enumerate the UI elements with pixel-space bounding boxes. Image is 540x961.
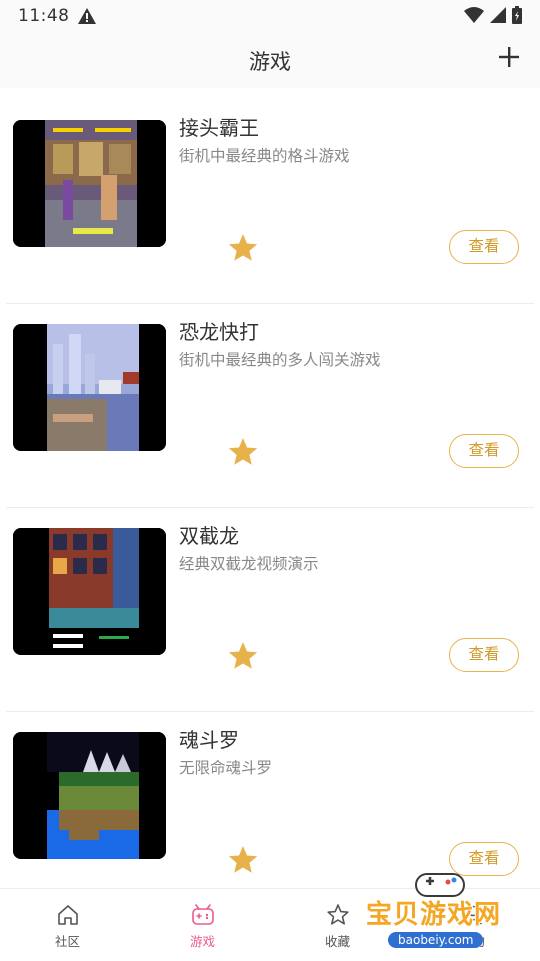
- dino-game-screenshot[interactable]: [13, 324, 166, 451]
- game-title: 魂斗罗: [179, 728, 239, 752]
- list-item[interactable]: 恐龙快打 街机中最经典的多人闯关游戏 查看: [0, 304, 540, 508]
- list-item[interactable]: 魂斗罗 无限命魂斗罗 查看: [0, 712, 540, 916]
- game-description: 街机中最经典的多人闯关游戏: [179, 351, 381, 369]
- star-icon[interactable]: [227, 844, 259, 876]
- double-dragon-screenshot[interactable]: [13, 528, 166, 655]
- plus-icon[interactable]: [496, 44, 522, 70]
- status-icons: [464, 6, 522, 24]
- nav-label: 社区: [54, 934, 80, 949]
- app-header: 游戏: [0, 32, 540, 88]
- fighting-game-screenshot[interactable]: [13, 120, 166, 247]
- nav-item-profile[interactable]: 我的: [405, 889, 540, 961]
- nav-label: 我的: [459, 934, 485, 949]
- nav-item-games[interactable]: 游戏: [135, 889, 270, 961]
- status-bar: 11:48: [0, 0, 540, 32]
- gamepad-icon: [191, 904, 214, 925]
- home-icon: [57, 905, 78, 925]
- page-title: 游戏: [249, 50, 291, 74]
- contra-screenshot[interactable]: [13, 732, 166, 859]
- nav-item-community[interactable]: 社区: [0, 889, 135, 961]
- star-outline-icon: [326, 904, 349, 925]
- star-icon[interactable]: [227, 436, 259, 468]
- nav-label: 收藏: [324, 934, 350, 949]
- game-description: 经典双截龙视频演示: [179, 555, 319, 573]
- view-button[interactable]: 查看: [449, 638, 519, 672]
- game-description: 无限命魂斗罗: [179, 759, 273, 777]
- view-button[interactable]: 查看: [449, 434, 519, 468]
- signal-icon: [490, 7, 506, 23]
- star-icon[interactable]: [227, 232, 259, 264]
- game-title: 恐龙快打: [179, 320, 259, 344]
- game-description: 街机中最经典的格斗游戏: [179, 147, 350, 165]
- game-title: 双截龙: [179, 524, 239, 548]
- game-title: 接头霸王: [179, 116, 259, 140]
- alert-triangle-icon: [78, 8, 96, 24]
- view-button[interactable]: 查看: [449, 842, 519, 876]
- bottom-nav: 社区 游戏 收藏 我的: [0, 888, 540, 961]
- nav-label: 游戏: [189, 934, 215, 949]
- list-item[interactable]: 接头霸王 街机中最经典的格斗游戏 查看: [0, 100, 540, 304]
- status-time: 11:48: [18, 6, 70, 26]
- view-button[interactable]: 查看: [449, 230, 519, 264]
- battery-icon: [512, 6, 522, 24]
- star-icon[interactable]: [227, 640, 259, 672]
- wifi-icon: [464, 7, 484, 23]
- nav-item-favorites[interactable]: 收藏: [270, 889, 405, 961]
- list-item[interactable]: 双截龙 经典双截龙视频演示 查看: [0, 508, 540, 712]
- user-icon: [463, 905, 482, 925]
